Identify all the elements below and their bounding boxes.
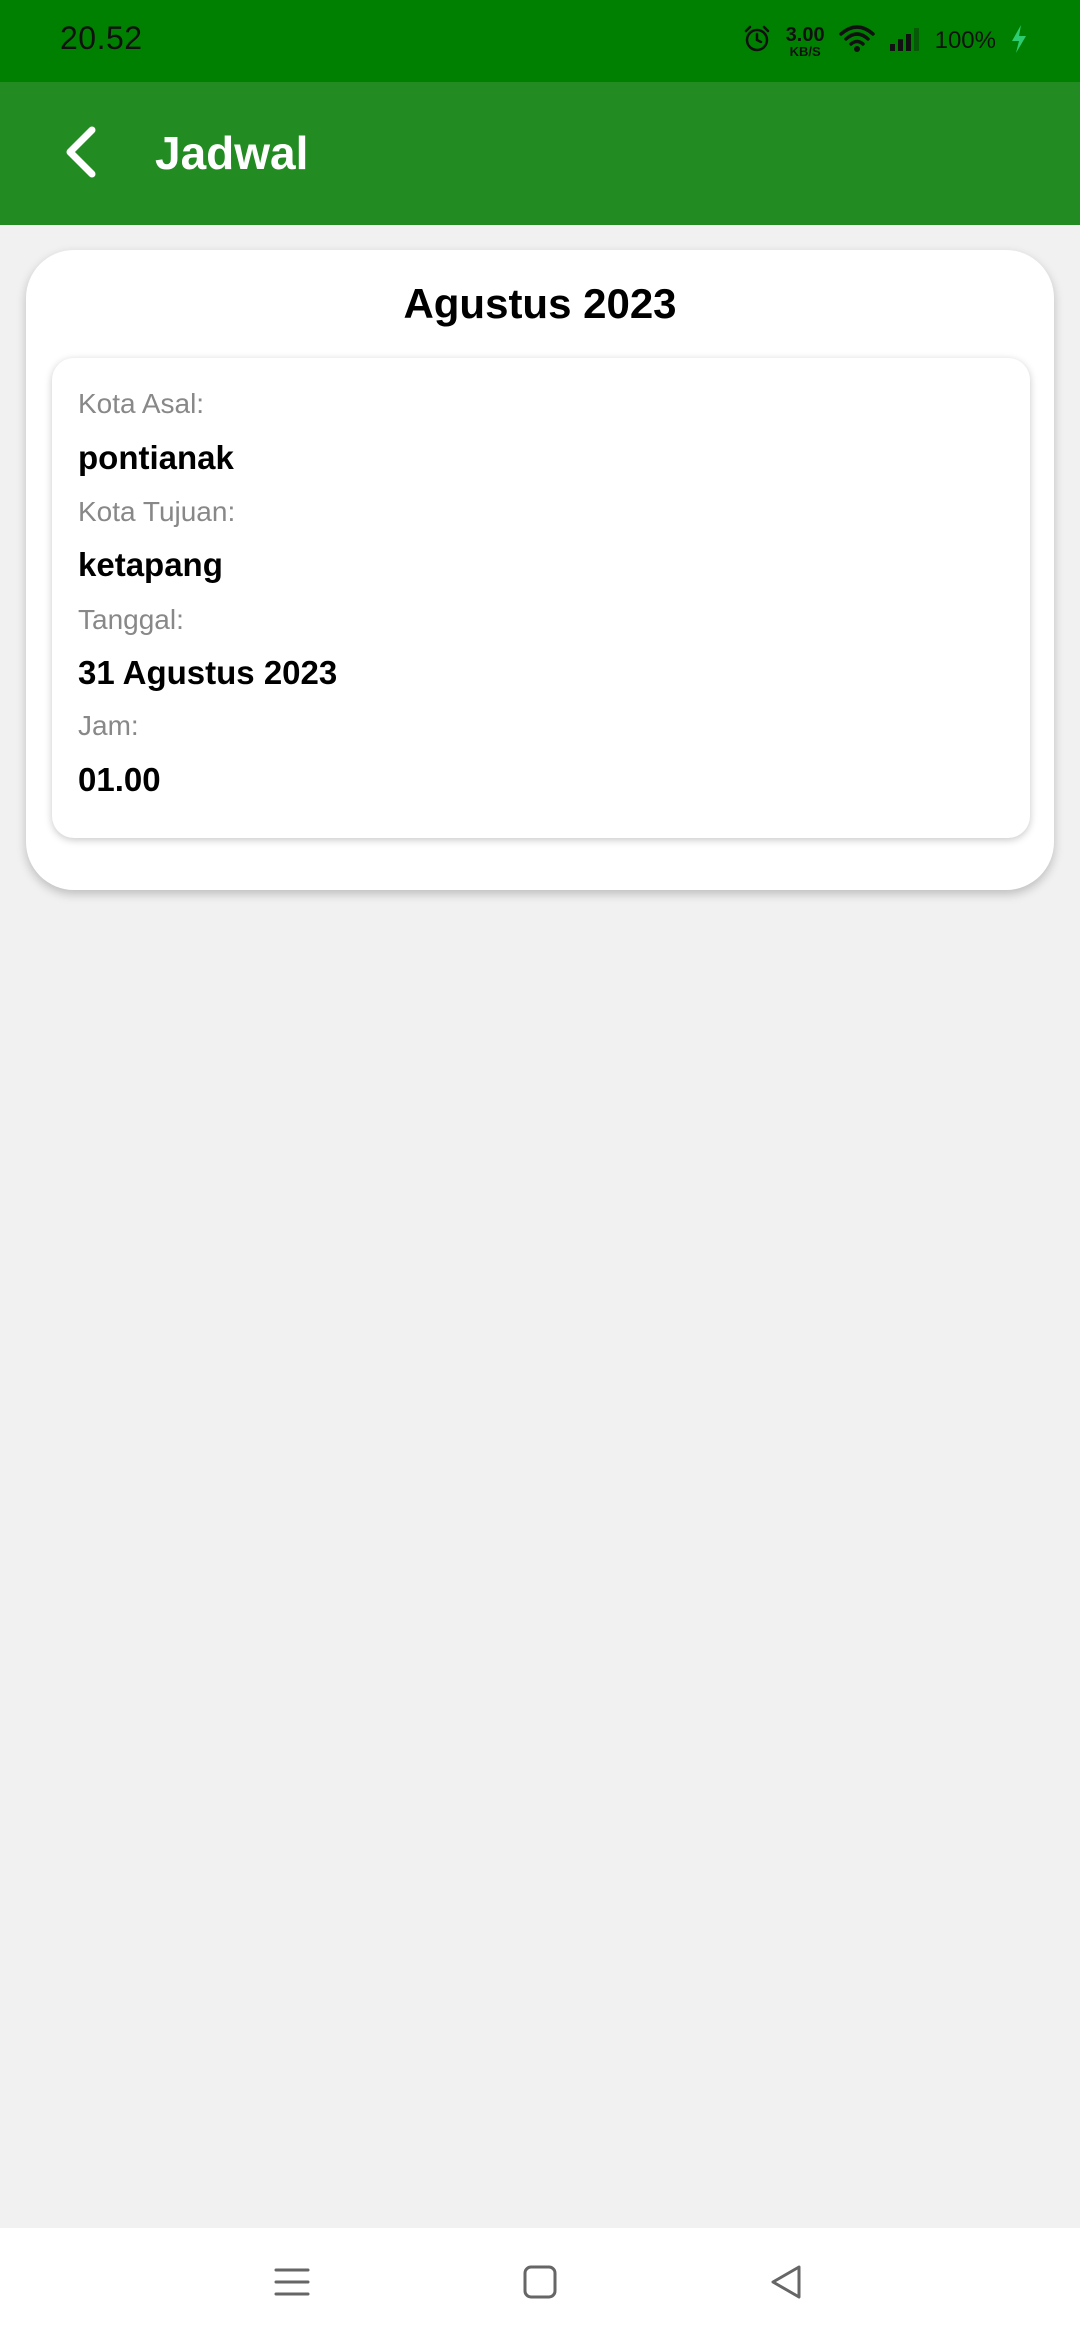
back-icon xyxy=(766,2262,806,2307)
schedule-item-card[interactable]: Kota Asal: pontianak Kota Tujuan: ketapa… xyxy=(52,358,1030,838)
status-time: 20.52 xyxy=(60,20,143,56)
app-bar: Jadwal xyxy=(0,82,1080,225)
back-button[interactable] xyxy=(44,118,116,190)
network-speed: 3.00 KB/S xyxy=(786,25,825,58)
battery-level: 100% xyxy=(934,27,996,54)
month-title: Agustus 2023 xyxy=(403,280,677,327)
time-label: Jam: xyxy=(78,710,139,741)
charging-icon xyxy=(1010,24,1028,59)
date-value: 31 Agustus 2023 xyxy=(78,654,338,691)
network-speed-unit: KB/S xyxy=(789,43,821,59)
system-back-button[interactable] xyxy=(758,2256,814,2312)
origin-value: pontianak xyxy=(78,439,234,476)
destination-value: ketapang xyxy=(78,546,223,583)
network-speed-value: 3.00 xyxy=(785,23,825,46)
destination-label: Kota Tujuan: xyxy=(78,496,236,527)
status-bar: 20.52 3.00 KB/S 100% xyxy=(0,0,1080,82)
wifi-icon xyxy=(838,24,875,59)
recent-apps-button[interactable] xyxy=(264,2256,320,2312)
menu-icon xyxy=(272,2262,312,2307)
page-title: Jadwal xyxy=(155,127,309,179)
signal-icon xyxy=(889,26,921,57)
date-label: Tanggal: xyxy=(78,604,184,635)
home-button[interactable] xyxy=(512,2256,568,2312)
schedule-month-card: Agustus 2023 Kota Asal: pontianak Kota T… xyxy=(26,250,1054,890)
alarm-icon xyxy=(742,24,772,59)
status-icons: 3.00 KB/S 100% xyxy=(742,18,1028,64)
origin-label: Kota Asal: xyxy=(78,388,205,419)
time-value: 01.00 xyxy=(78,761,161,798)
back-arrow-icon xyxy=(58,124,102,185)
system-navigation-bar xyxy=(0,2228,1080,2340)
home-icon xyxy=(520,2262,560,2307)
